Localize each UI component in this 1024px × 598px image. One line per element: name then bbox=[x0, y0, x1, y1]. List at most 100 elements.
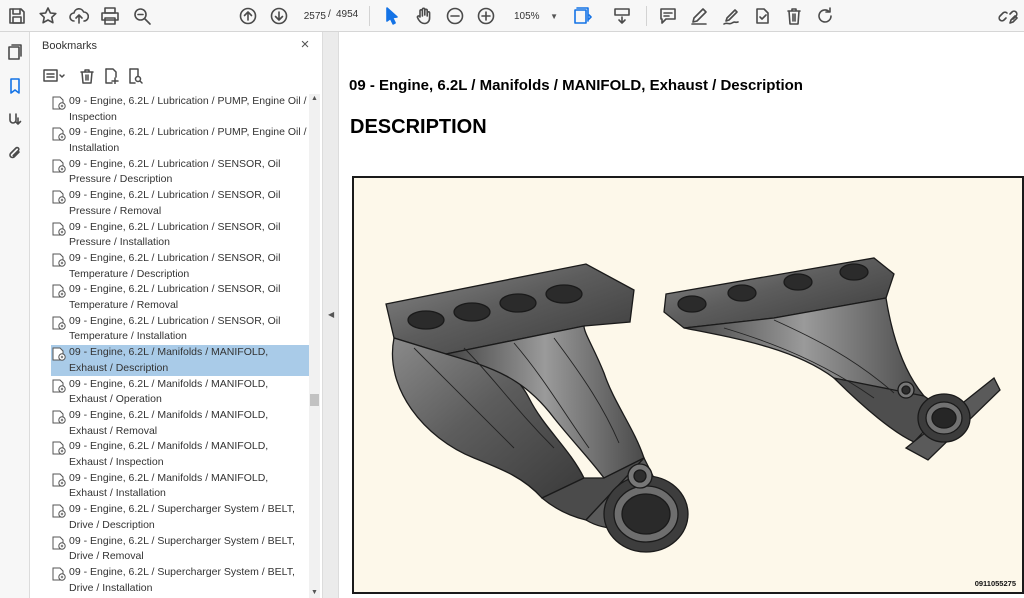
collapse-panel-icon[interactable]: ◀ bbox=[328, 310, 334, 319]
bookmark-page-icon bbox=[52, 441, 67, 456]
bookmark-item[interactable]: 09 - Engine, 6.2L / Manifolds / MANIFOLD… bbox=[51, 377, 309, 408]
bookmark-page-icon bbox=[52, 190, 67, 204]
stamp-icon[interactable] bbox=[750, 4, 774, 28]
zoom-out-icon[interactable] bbox=[443, 4, 467, 28]
bookmark-label: 09 - Engine, 6.2L / Supercharger System … bbox=[69, 503, 295, 531]
bookmark-label: 09 - Engine, 6.2L / Manifolds / MANIFOLD… bbox=[69, 377, 269, 406]
bookmark-page-icon bbox=[52, 410, 67, 424]
bookmarks-icon[interactable] bbox=[4, 75, 26, 97]
zoom-out-magnifier-icon[interactable] bbox=[130, 4, 154, 28]
trash-icon[interactable] bbox=[782, 4, 806, 28]
fit-page-icon[interactable] bbox=[570, 4, 594, 28]
bookmark-item[interactable]: 09 - Engine, 6.2L / Lubrication / SENSOR… bbox=[51, 251, 309, 282]
page-up-icon[interactable] bbox=[236, 4, 260, 28]
upload-icon[interactable] bbox=[67, 4, 91, 28]
exhaust-manifold-illustration bbox=[385, 257, 1001, 553]
bookmark-label: 09 - Engine, 6.2L / Supercharger System … bbox=[69, 534, 295, 563]
bookmark-label: 09 - Engine, 6.2L / Lubrication / SENSOR… bbox=[69, 157, 281, 186]
bookmark-label: 09 - Engine, 6.2L / Lubrication / SENSOR… bbox=[69, 252, 281, 280]
bookmark-page-icon bbox=[52, 159, 67, 173]
document-title: DESCRIPTION bbox=[350, 116, 487, 138]
bookmark-scrollbar[interactable]: ▲ ▼ bbox=[309, 94, 320, 598]
bookmark-item[interactable]: 09 - Engine, 6.2L / Manifolds / MANIFOLD… bbox=[51, 408, 309, 439]
bookmark-label: 09 - Engine, 6.2L / Lubrication / PUMP, … bbox=[69, 95, 307, 123]
page-separator: / bbox=[328, 9, 331, 20]
bookmark-item[interactable]: 09 - Engine, 6.2L / Manifolds / MANIFOLD… bbox=[51, 345, 309, 377]
bookmark-item[interactable]: 09 - Engine, 6.2L / Supercharger System … bbox=[51, 534, 309, 565]
chevron-down-icon: ▼ bbox=[550, 11, 558, 21]
bookmark-item[interactable]: 09 - Engine, 6.2L / Manifolds / MANIFOLD… bbox=[51, 439, 309, 470]
right-manifold bbox=[663, 257, 1001, 461]
bookmark-page-icon bbox=[52, 127, 67, 142]
save-icon[interactable] bbox=[5, 4, 29, 28]
pen-icon[interactable] bbox=[687, 4, 711, 28]
bookmark-label: 09 - Engine, 6.2L / Lubrication / SENSOR… bbox=[69, 220, 281, 249]
bookmark-item[interactable]: 09 - Engine, 6.2L / Lubrication / SENSOR… bbox=[51, 157, 309, 188]
scroll-up-icon[interactable]: ▲ bbox=[309, 94, 320, 104]
new-bookmark-icon[interactable] bbox=[100, 66, 122, 86]
figure-id: 0911055275 bbox=[974, 579, 1016, 588]
bookmark-label: 09 - Engine, 6.2L / Manifolds / MANIFOLD… bbox=[69, 471, 269, 500]
bookmark-label: 09 - Engine, 6.2L / Lubrication / PUMP, … bbox=[69, 126, 307, 154]
bookmark-page-icon bbox=[52, 316, 67, 330]
document-page: 09 - Engine, 6.2L / Manifolds / MANIFOLD… bbox=[340, 32, 1024, 598]
left-manifold bbox=[385, 263, 689, 553]
zoom-in-icon[interactable] bbox=[474, 4, 498, 28]
print-icon[interactable] bbox=[98, 4, 122, 28]
bookmark-label: 09 - Engine, 6.2L / Supercharger System … bbox=[69, 566, 295, 594]
layers-icon[interactable] bbox=[4, 108, 26, 130]
hand-icon[interactable] bbox=[412, 4, 436, 28]
attachments-icon[interactable] bbox=[4, 142, 26, 164]
bookmark-page-icon bbox=[52, 96, 67, 110]
close-icon[interactable]: × bbox=[297, 37, 313, 53]
bookmark-item[interactable]: 09 - Engine, 6.2L / Lubrication / SENSOR… bbox=[51, 282, 309, 313]
comment-icon[interactable] bbox=[656, 4, 680, 28]
toolbar-divider bbox=[369, 6, 370, 26]
panel-title: Bookmarks bbox=[42, 40, 98, 52]
toolbar-divider bbox=[646, 6, 647, 26]
link-edit-icon[interactable] bbox=[996, 4, 1020, 28]
bookmark-page-icon bbox=[52, 536, 67, 550]
page-number-input[interactable] bbox=[300, 7, 326, 25]
bookmark-page-icon bbox=[52, 347, 67, 361]
bookmark-search-icon[interactable] bbox=[124, 66, 146, 86]
bookmark-item[interactable]: 09 - Engine, 6.2L / Manifolds / MANIFOLD… bbox=[51, 471, 309, 502]
sign-icon[interactable] bbox=[719, 4, 743, 28]
bookmark-item[interactable]: 09 - Engine, 6.2L / Lubrication / SENSOR… bbox=[51, 220, 309, 251]
bookmark-page-icon bbox=[52, 253, 67, 267]
bookmark-item[interactable]: 09 - Engine, 6.2L / Lubrication / PUMP, … bbox=[51, 94, 309, 125]
zoom-value: 105% bbox=[514, 10, 540, 22]
exhaust-manifold-figure: 0911055275 bbox=[352, 176, 1024, 594]
bookmark-item[interactable]: 09 - Engine, 6.2L / Supercharger System … bbox=[51, 565, 309, 596]
bookmark-label: 09 - Engine, 6.2L / Manifolds / MANIFOLD… bbox=[69, 409, 269, 437]
delete-bookmark-icon[interactable] bbox=[76, 66, 98, 86]
zoom-select[interactable]: 105% ▼ bbox=[508, 7, 558, 25]
navigation-rail bbox=[0, 32, 30, 598]
panel-splitter[interactable]: ◀ bbox=[322, 32, 339, 598]
page-down-icon[interactable] bbox=[267, 4, 291, 28]
bookmark-item[interactable]: 09 - Engine, 6.2L / Lubrication / PUMP, … bbox=[51, 125, 309, 156]
bookmark-page-icon bbox=[52, 567, 67, 581]
bookmark-label: 09 - Engine, 6.2L / Lubrication / SENSOR… bbox=[69, 189, 281, 217]
select-arrow-icon[interactable] bbox=[380, 4, 404, 28]
rotate-icon[interactable] bbox=[813, 4, 837, 28]
bookmark-page-icon bbox=[52, 222, 67, 236]
bookmark-page-icon bbox=[52, 473, 67, 487]
scroll-mode-icon[interactable] bbox=[610, 4, 634, 28]
bookmark-item[interactable]: 09 - Engine, 6.2L / Lubrication / SENSOR… bbox=[51, 188, 309, 219]
bookmark-item[interactable]: 09 - Engine, 6.2L / Lubrication / SENSOR… bbox=[51, 314, 309, 345]
bookmark-page-icon bbox=[52, 379, 67, 393]
bookmark-options-icon[interactable] bbox=[40, 66, 68, 86]
page-total: 4954 bbox=[336, 9, 359, 20]
bookmark-item[interactable]: 09 - Engine, 6.2L / Supercharger System … bbox=[51, 502, 309, 533]
page-thumbnails-icon[interactable] bbox=[4, 41, 26, 63]
scroll-down-icon[interactable]: ▼ bbox=[309, 588, 320, 598]
bookmark-label: 09 - Engine, 6.2L / Lubrication / SENSOR… bbox=[69, 314, 281, 343]
scroll-thumb[interactable] bbox=[310, 394, 319, 406]
bookmark-page-icon bbox=[52, 284, 67, 299]
document-heading: 09 - Engine, 6.2L / Manifolds / MANIFOLD… bbox=[349, 77, 803, 94]
bookmarks-panel: Bookmarks × 09 - Engine, 6.2L / Lubricat… bbox=[31, 32, 322, 598]
bookmark-star-icon[interactable] bbox=[36, 4, 60, 28]
bookmark-label: 09 - Engine, 6.2L / Lubrication / SENSOR… bbox=[69, 283, 281, 311]
bookmark-label: 09 - Engine, 6.2L / Manifolds / MANIFOLD… bbox=[69, 346, 269, 374]
